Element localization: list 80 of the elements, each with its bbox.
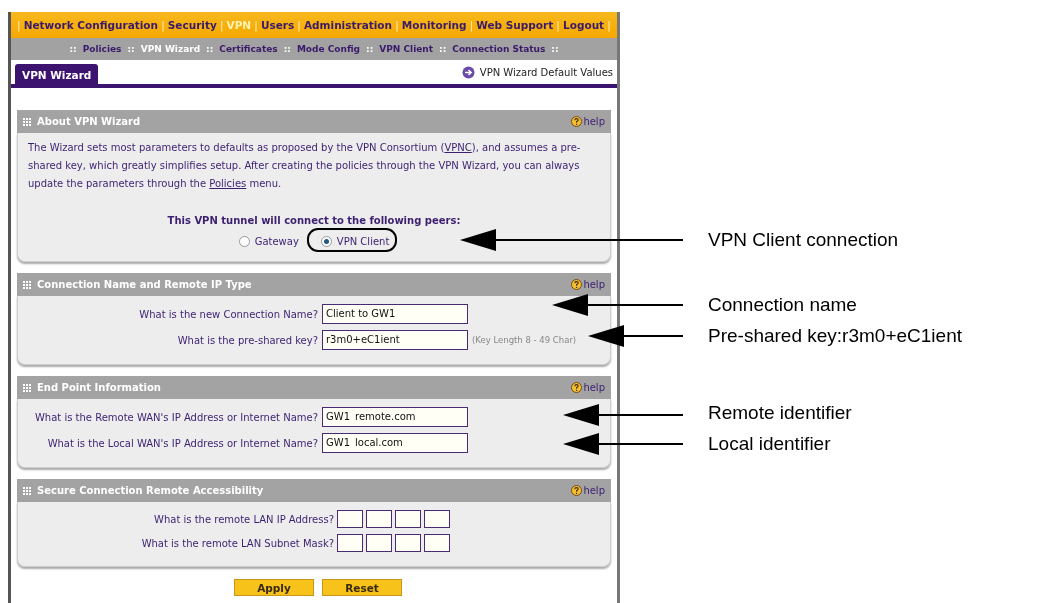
field-label: What is the remote LAN Subnet Mask? <box>140 537 334 549</box>
help-link[interactable]: help <box>571 382 605 393</box>
subnav-link[interactable]: Mode Config <box>296 44 361 54</box>
page-tab[interactable]: VPN Wizard <box>15 64 99 84</box>
nav-tab[interactable]: Network Configuration <box>23 19 159 31</box>
text-link[interactable]: VPNC <box>444 142 472 153</box>
callout-label: Connection name <box>708 294 857 316</box>
input-field[interactable]: Client to GW1 <box>322 304 468 324</box>
subnav-link[interactable]: Policies <box>82 44 122 54</box>
nav-separator: | <box>17 19 21 31</box>
octet-field[interactable] <box>337 534 363 552</box>
callout-label: Pre-shared key:r3m0+eC1ient <box>708 325 962 347</box>
callout-label: Remote identifier <box>708 402 852 424</box>
grip-icon <box>23 383 31 392</box>
peers-label: This VPN tunnel will connect to the following peers: <box>167 215 461 226</box>
subnav-link[interactable]: Certificates <box>219 44 278 54</box>
action-button[interactable]: Apply <box>234 579 314 596</box>
octet-field[interactable] <box>424 510 450 528</box>
octet-field[interactable] <box>366 510 392 528</box>
octet-field[interactable] <box>366 534 392 552</box>
nav-separator: | <box>161 19 165 31</box>
nav-separator: | <box>556 19 560 31</box>
callout-label: VPN Client connection <box>708 229 899 251</box>
default-values-link[interactable]: VPN Wizard Default Values <box>461 65 613 79</box>
field-label: What is the new Connection Name? <box>138 308 318 320</box>
nav-tab[interactable]: Users <box>260 19 295 31</box>
grip-icon <box>23 280 31 289</box>
help-link[interactable]: help <box>571 279 605 290</box>
subnav-separator: :: <box>206 44 214 54</box>
section-title: Connection Name and Remote IP Type <box>37 279 252 290</box>
grip-icon <box>23 486 31 495</box>
input-field[interactable]: r3m0+eC1ient <box>322 330 468 350</box>
field-label: What is the remote LAN IP Address? <box>153 513 334 525</box>
nav-separator: | <box>395 19 399 31</box>
nav-separator: | <box>469 19 474 31</box>
octet-field[interactable] <box>424 534 450 552</box>
section-title: Secure Connection Remote Accessibility <box>37 485 264 496</box>
field-label: What is the Remote WAN's IP Address or Internet Name? <box>33 411 318 423</box>
nav-tab[interactable]: Security <box>167 19 217 31</box>
octet-field[interactable] <box>337 510 363 528</box>
nav-tab[interactable]: Logout <box>563 19 605 31</box>
text-link[interactable]: Policies <box>209 178 247 189</box>
help-icon <box>571 116 583 127</box>
subnav-separator: :: <box>69 44 77 54</box>
radio-option[interactable]: Gateway <box>238 236 299 247</box>
help-icon <box>571 279 583 290</box>
subnav-separator: :: <box>127 44 135 54</box>
help-icon <box>571 382 583 393</box>
action-button[interactable]: Reset <box>322 579 402 596</box>
nav-separator: | <box>297 19 301 31</box>
nav-separator: | <box>607 19 611 31</box>
octet-field[interactable] <box>395 534 421 552</box>
section-title: About VPN Wizard <box>37 116 141 127</box>
subnav-link[interactable]: VPN Client <box>379 44 434 54</box>
arrow-circle-icon <box>461 65 475 79</box>
octet-field[interactable] <box>395 510 421 528</box>
help-link[interactable]: help <box>571 485 605 496</box>
nav-separator: | <box>254 19 258 31</box>
nav-tab[interactable]: Monitoring <box>401 19 467 31</box>
field-label: What is the pre-shared key? <box>176 334 318 346</box>
radio-button[interactable] <box>238 236 250 247</box>
help-link[interactable]: help <box>571 116 605 127</box>
nav-tab[interactable]: Administration <box>303 19 393 31</box>
subnav-separator: :: <box>366 44 374 54</box>
section-title: End Point Information <box>37 382 161 393</box>
subnav-link[interactable]: Connection Status <box>452 44 546 54</box>
subnav-separator: :: <box>551 44 559 54</box>
input-field[interactable]: GW1_remote.com <box>322 407 468 427</box>
subnav-separator: :: <box>283 44 291 54</box>
callout-label: Local identifier <box>708 433 831 455</box>
radio-button[interactable] <box>320 236 332 247</box>
radio-option[interactable]: VPN Client <box>320 236 390 247</box>
field-label: What is the Local WAN's IP Address or Internet Name? <box>46 437 318 449</box>
nav-tab[interactable]: Web Support <box>476 19 554 31</box>
nav-separator: | <box>219 19 224 31</box>
subnav-separator: :: <box>439 44 447 54</box>
description-text: The Wizard sets most parameters to defaults as proposed by the VPN Consortium (VPNC), and assumes a pre-shared key, which greatly simplifies setup. After creating the policies through the VPN Wizard, you can always update the parameters through the Policies menu. <box>28 141 582 191</box>
grip-icon <box>23 117 31 126</box>
help-icon <box>571 485 583 496</box>
field-hint: (Key Length 8 - 49 Char) <box>472 335 578 345</box>
